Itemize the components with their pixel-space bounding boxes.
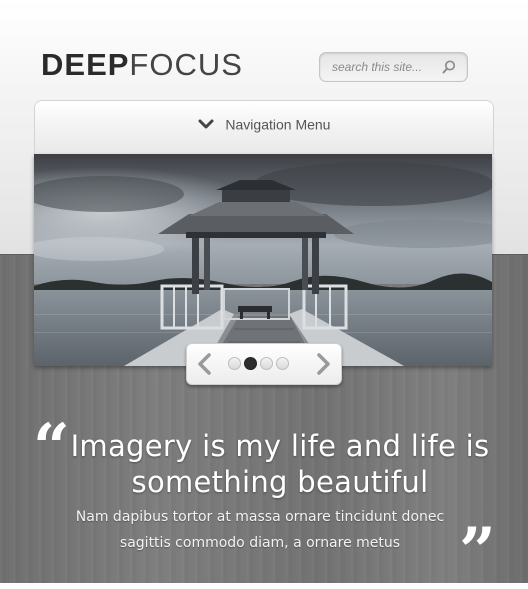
- chevron-left-icon[interactable]: [195, 353, 213, 375]
- site-logo[interactable]: DEEP FOCUS: [41, 47, 243, 82]
- slider-controls: [186, 343, 342, 385]
- slider-pagination: [228, 357, 289, 370]
- logo-part-deep: DEEP: [41, 47, 130, 82]
- close-quote-mark: ”: [459, 514, 496, 589]
- logo-part-focus: FOCUS: [129, 47, 243, 82]
- featured-slide-image: [34, 154, 492, 366]
- slider-dot-2[interactable]: [244, 357, 257, 370]
- search-box[interactable]: search this site...: [319, 52, 468, 82]
- chevron-down-icon: [198, 119, 214, 129]
- search-placeholder[interactable]: search this site...: [332, 60, 422, 74]
- slider-dot-3[interactable]: [260, 357, 273, 370]
- chevron-right-icon[interactable]: [315, 353, 333, 375]
- lake-gazebo-pier-photo: [34, 154, 492, 366]
- slider-dot-4[interactable]: [276, 357, 289, 370]
- navigation-menu-bar[interactable]: Navigation Menu: [34, 100, 494, 155]
- magnifier-icon[interactable]: [441, 59, 457, 75]
- navigation-menu-label: Navigation Menu: [225, 116, 331, 133]
- testimonial-body: Nam dapibus tortor at massa ornare tinci…: [75, 509, 445, 551]
- slider-dot-1[interactable]: [228, 357, 241, 370]
- testimonial-headline: Imagery is my life and life is something…: [70, 429, 490, 499]
